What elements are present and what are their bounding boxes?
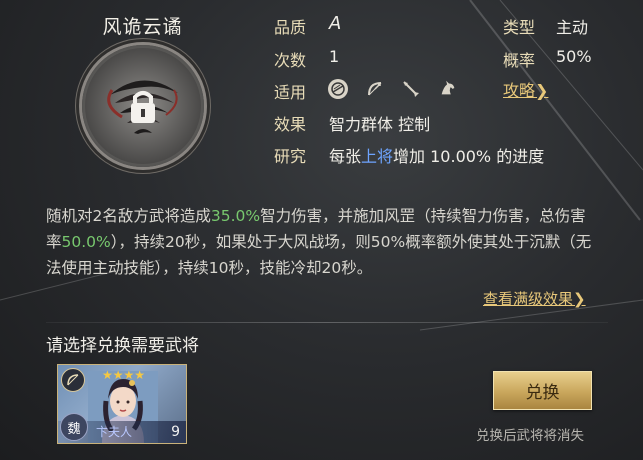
total-damage-rate: 50.0% xyxy=(61,233,111,251)
research-highlight: 上将 xyxy=(361,147,394,166)
whirlwind-icon xyxy=(85,48,201,164)
skill-description: 随机对2名敌方武将造成35.0%智力伤害，并施加风罡（持续智力伤害，总伤害率50… xyxy=(46,207,592,277)
skill-title: 风诡云谲 xyxy=(102,16,183,38)
quality-value: A xyxy=(329,13,342,34)
faction-badge: 魏 xyxy=(60,413,88,441)
type-label: 类型 xyxy=(503,18,536,37)
general-name: 卞夫人 xyxy=(96,425,133,439)
research-label: 研究 xyxy=(274,147,307,166)
strategy-link[interactable]: 攻略❯ xyxy=(503,77,548,101)
exchange-note: 兑换后武将将消失 xyxy=(476,428,584,444)
type-value: 主动 xyxy=(556,18,589,37)
applicable-label: 适用 xyxy=(274,83,307,102)
bow-icon xyxy=(61,368,85,392)
rate-label: 概率 xyxy=(503,51,536,70)
divider xyxy=(46,322,608,323)
exchange-button[interactable]: 兑换 xyxy=(493,371,592,410)
effect-label: 效果 xyxy=(274,115,307,134)
horse-icon xyxy=(438,78,458,98)
general-level: 9 xyxy=(171,424,180,440)
spear-icon xyxy=(401,79,421,99)
skill-emblem xyxy=(82,45,204,167)
quality-label: 品质 xyxy=(274,18,307,37)
rate-value: 50% xyxy=(556,47,592,66)
bow-icon xyxy=(365,79,385,99)
effect-value: 智力群体 控制 xyxy=(329,115,431,134)
star-rating: ★★★★ xyxy=(102,368,146,382)
count-value: 1 xyxy=(329,47,340,66)
count-label: 次数 xyxy=(274,51,307,70)
shield-icon xyxy=(328,79,348,99)
damage-rate: 35.0% xyxy=(210,207,261,225)
general-card[interactable]: ★★★★ 魏 卞夫人 9 xyxy=(57,364,187,444)
research-value: 每张上将增加 10.00% 的进度 xyxy=(329,147,545,166)
select-general-prompt: 请选择兑换需要武将 xyxy=(46,336,199,356)
view-full-effect-link[interactable]: 查看满级效果❯ xyxy=(483,288,586,309)
